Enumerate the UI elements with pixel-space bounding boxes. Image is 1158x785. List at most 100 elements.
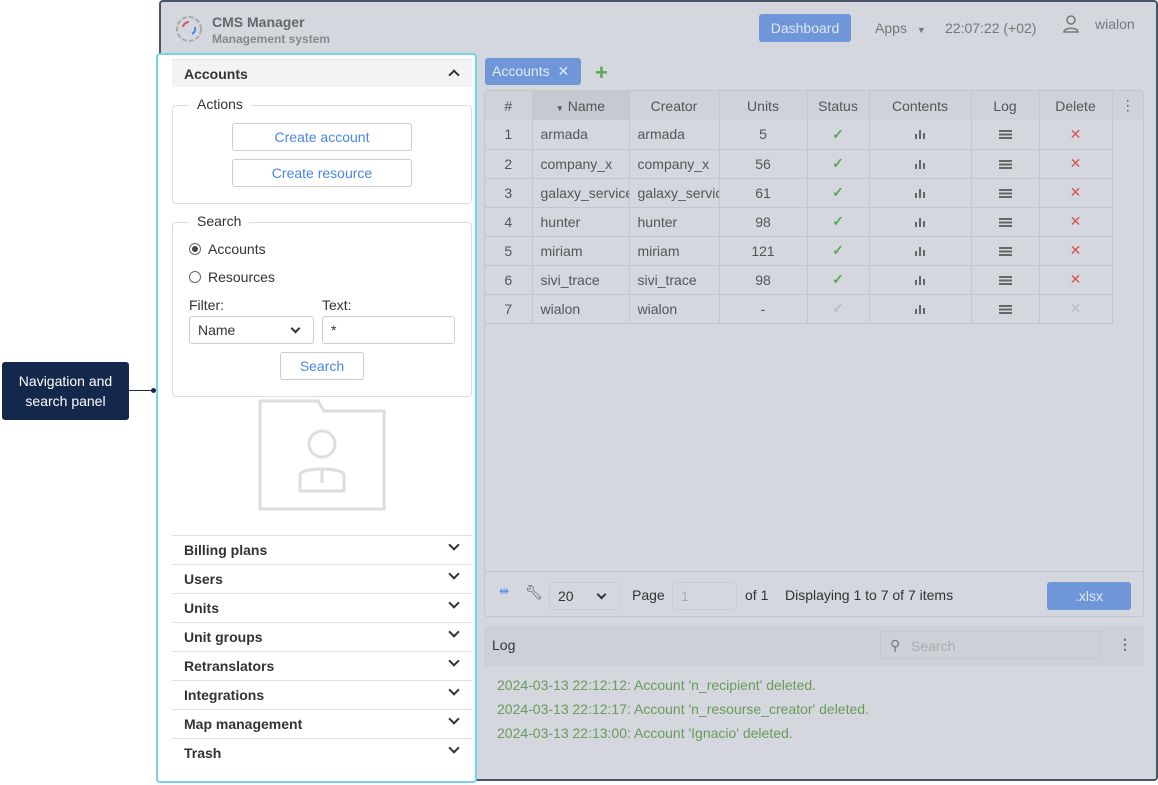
section-units[interactable]: Units [172,593,472,622]
log-list-icon[interactable] [971,149,1040,179]
table-row[interactable]: 1 armada armada 5 ✓ ✕ [485,120,1143,150]
delete-icon[interactable]: ✕ [1039,149,1113,179]
account-name[interactable]: miriam [532,236,630,266]
table-row[interactable]: 6 sivi_trace sivi_trace 98 ✓ ✕ [485,265,1143,295]
account-name[interactable]: company_x [532,149,630,179]
section-map-management[interactable]: Map management [172,709,472,738]
radio-resources[interactable] [189,271,201,283]
table-row[interactable]: 4 hunter hunter 98 ✓ ✕ [485,207,1143,237]
contents-chart-icon[interactable] [869,149,972,179]
create-resource-button[interactable]: Create resource [232,159,412,187]
column-header-number[interactable]: # [485,91,533,120]
add-tab-icon[interactable]: + [595,60,608,86]
delete-icon[interactable]: ✕ [1039,236,1113,266]
account-name[interactable]: sivi_trace [532,265,630,295]
section-unit-groups[interactable]: Unit groups [172,622,472,651]
delete-icon[interactable]: ✕ [1039,265,1113,295]
section-label: Billing plans [184,542,268,558]
wrench-icon[interactable]: 🔧︎ [525,584,543,601]
contents-chart-icon[interactable] [869,120,972,150]
log-entry: 2024-03-13 22:12:12: Account 'n_recipien… [497,677,817,693]
section-users[interactable]: Users [172,564,472,593]
search-button[interactable]: Search [280,352,364,380]
close-icon[interactable]: ✕ [557,63,569,79]
table-row[interactable]: 5 miriam miriam 121 ✓ ✕ [485,236,1143,266]
column-header-creator[interactable]: Creator [629,91,720,120]
contents-chart-icon[interactable] [869,265,972,295]
column-label: Delete [1055,97,1096,114]
accounts-section-label: Accounts [184,66,248,82]
table-row[interactable]: 2 company_x company_x 56 ✓ ✕ [485,149,1143,179]
contents-chart-icon[interactable] [869,207,972,237]
columns-menu-icon[interactable]: ⋮ [1112,91,1143,120]
section-billing-plans[interactable]: Billing plans [172,535,472,564]
contents-chart-icon[interactable] [869,178,972,208]
autosize-icon[interactable]: ⇹ [499,584,509,598]
log-title: Log [492,637,516,653]
chevron-down-icon [448,626,460,638]
page-input[interactable]: 1 [672,582,737,610]
contents-chart-icon[interactable] [869,236,972,266]
section-trash[interactable]: Trash [172,738,472,767]
chevron-down-icon [448,597,460,609]
section-retranslators[interactable]: Retranslators [172,651,472,680]
dashboard-button[interactable]: Dashboard [759,14,851,42]
column-header-contents[interactable]: Contents [869,91,972,120]
log-list-icon[interactable] [971,207,1040,237]
more-menu-icon[interactable]: ⋮ [1118,636,1132,653]
log-list-icon[interactable] [971,120,1040,150]
column-header-units[interactable]: Units [719,91,808,120]
log-list-icon[interactable] [971,294,1040,324]
page-size-select[interactable]: 20 [549,582,620,610]
units-count: 5 [719,120,808,150]
table-row[interactable]: 3 galaxy_service galaxy_service 61 ✓ ✕ [485,178,1143,208]
column-header-name[interactable]: ▼ Name [532,91,630,120]
status-check-icon: ✓ [807,149,870,179]
delete-icon[interactable]: ✕ [1039,178,1113,208]
export-xlsx-button[interactable]: .xlsx [1047,582,1131,610]
user-icon[interactable] [1062,14,1080,34]
account-name[interactable]: hunter [532,207,630,237]
column-header-delete[interactable]: Delete [1039,91,1113,120]
clock: 22:07:22 (+02) [945,20,1037,36]
apps-menu[interactable]: Apps ▼ [875,20,926,36]
column-header-log[interactable]: Log [971,91,1040,120]
creator-name: armada [629,120,720,150]
user-name[interactable]: wialon [1095,16,1135,32]
tab-accounts[interactable]: Accounts ✕ [485,58,581,85]
search-icon: ⚲ [890,637,901,653]
radio-accounts[interactable] [189,243,201,255]
column-label: # [504,97,513,114]
contents-chart-icon[interactable] [869,294,972,324]
chevron-down-icon [596,589,607,600]
log-search-input[interactable]: ⚲ Search [880,631,1101,659]
delete-icon[interactable]: ✕ [1039,120,1113,150]
chevron-down-icon [448,713,460,725]
log-list-icon[interactable] [971,236,1040,266]
text-input[interactable]: * [322,316,455,344]
column-header-status[interactable]: Status [807,91,870,120]
filter-select[interactable]: Name [189,316,314,344]
section-integrations[interactable]: Integrations [172,680,472,709]
account-name[interactable]: galaxy_service [532,178,630,208]
section-label: Users [184,571,223,587]
creator-name: miriam [629,236,720,266]
row-number: 3 [485,178,533,208]
row-number: 6 [485,265,533,295]
row-number: 2 [485,149,533,179]
table-row[interactable]: 7 wialon wialon - ✓ ✕ [485,294,1143,324]
column-label: Name [567,97,606,114]
chevron-down-icon [448,684,460,696]
log-list-icon[interactable] [971,265,1040,295]
apps-label: Apps [875,20,907,36]
account-name[interactable]: armada [532,120,630,150]
section-label: Trash [184,745,222,761]
create-account-button[interactable]: Create account [232,123,412,151]
column-label: Units [747,97,779,114]
actions-legend: Actions [189,96,251,112]
delete-icon[interactable]: ✕ [1039,294,1113,324]
account-name[interactable]: wialon [532,294,630,324]
delete-icon[interactable]: ✕ [1039,207,1113,237]
log-list-icon[interactable] [971,178,1040,208]
accounts-section-header[interactable]: Accounts [172,59,472,87]
